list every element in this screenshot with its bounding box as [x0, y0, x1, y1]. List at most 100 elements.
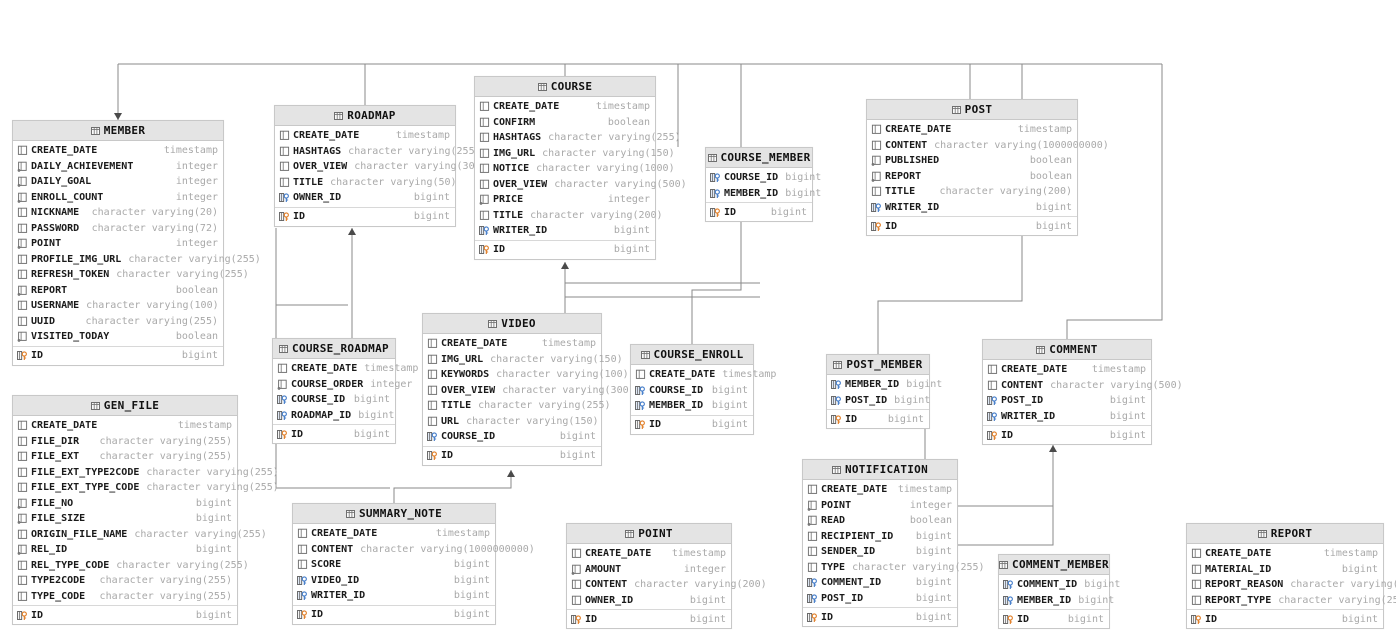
column-row[interactable]: SENDER_ID bigint: [803, 544, 957, 560]
table-header-post[interactable]: POST: [867, 100, 1077, 120]
column-row[interactable]: PROFILE_IMG_URL character varying(255): [13, 252, 261, 268]
column-row[interactable]: DAILY_ACHIEVEMENT integer: [13, 159, 223, 175]
column-row[interactable]: TITLE character varying(255): [423, 398, 611, 414]
column-row[interactable]: IMG_URL character varying(150): [475, 146, 675, 162]
entity-table-course_roadmap[interactable]: COURSE_ROADMAP CREATE_DATE timestamp COURSE…: [272, 338, 418, 444]
table-header-roadmap[interactable]: ROADMAP: [275, 106, 455, 126]
table-header-course_roadmap[interactable]: COURSE_ROADMAP: [273, 339, 395, 359]
er-diagram-canvas[interactable]: MEMBER CREATE_DATE timestamp DAILY_ACHIEVEM…: [0, 0, 1396, 638]
column-row[interactable]: CREATE_DATE timestamp: [803, 482, 957, 498]
entity-table-comment_member[interactable]: COMMENT_MEMBER COMMENT_ID bigint MEMBER_ID b…: [998, 554, 1120, 629]
column-row[interactable]: FILE_EXT_TYPE_CODE character varying(255): [13, 480, 279, 496]
column-row[interactable]: FILE_DIR character varying(255): [13, 434, 237, 450]
column-row[interactable]: WRITER_ID bigint: [867, 200, 1077, 216]
column-row[interactable]: CREATE_DATE timestamp: [867, 122, 1077, 138]
column-row[interactable]: FILE_SIZE bigint: [13, 511, 237, 527]
table-header-course[interactable]: COURSE: [475, 77, 655, 97]
column-row[interactable]: ID bigint: [423, 445, 601, 464]
column-row[interactable]: MATERIAL_ID bigint: [1187, 562, 1383, 578]
column-row[interactable]: COURSE_ID bigint: [631, 383, 753, 399]
column-row[interactable]: ORIGIN_FILE_NAME character varying(255): [13, 527, 267, 543]
table-header-course_member[interactable]: COURSE_MEMBER: [706, 148, 812, 168]
column-row[interactable]: ID bigint: [867, 216, 1077, 234]
column-row[interactable]: CONTENT character varying(1000000000): [293, 542, 535, 558]
column-row[interactable]: POINT integer: [803, 498, 957, 514]
column-row[interactable]: CREATE_DATE timestamp: [983, 362, 1151, 378]
column-row[interactable]: FILE_NO bigint: [13, 496, 237, 512]
column-row[interactable]: TYPE2CODE character varying(255): [13, 573, 237, 589]
table-header-point[interactable]: POINT: [567, 524, 731, 544]
column-row[interactable]: MEMBER_ID bigint: [631, 398, 753, 414]
entity-table-course_enroll[interactable]: COURSE_ENROLL CREATE_DATE timestamp COURSE_…: [630, 344, 776, 435]
column-row[interactable]: OVER_VIEW character varying(500): [475, 177, 687, 193]
column-row[interactable]: USERNAME character varying(100): [13, 298, 223, 314]
entity-table-member[interactable]: MEMBER CREATE_DATE timestamp DAILY_ACHIEVEM…: [12, 120, 261, 366]
column-row[interactable]: REPORT_TYPE character varying(255): [1187, 593, 1396, 609]
column-row[interactable]: ID bigint: [293, 604, 495, 623]
column-row[interactable]: FILE_EXT character varying(255): [13, 449, 237, 465]
column-row[interactable]: TYPE_CODE character varying(255): [13, 589, 237, 605]
column-row[interactable]: ENROLL_COUNT integer: [13, 190, 223, 206]
column-row[interactable]: OWNER_ID bigint: [567, 593, 731, 609]
column-row[interactable]: CREATE_DATE timestamp: [275, 128, 455, 144]
column-row[interactable]: REL_ID bigint: [13, 542, 237, 558]
column-row[interactable]: ID bigint: [827, 409, 929, 427]
entity-table-post[interactable]: POST CREATE_DATE timestamp CONTENT character…: [866, 99, 1109, 236]
entity-table-post_member[interactable]: POST_MEMBER MEMBER_ID bigint POST_ID bigint I…: [826, 354, 942, 429]
column-row[interactable]: CONTENT character varying(500): [983, 378, 1183, 394]
entity-table-video[interactable]: VIDEO CREATE_DATE timestamp IMG_URL characte…: [422, 313, 635, 466]
column-row[interactable]: ID bigint: [13, 605, 237, 623]
column-row[interactable]: AMOUNT integer: [567, 562, 731, 578]
column-row[interactable]: OVER_VIEW character varying(300): [275, 159, 487, 175]
entity-table-course[interactable]: COURSE CREATE_DATE timestamp CONFIRM boolean…: [474, 76, 687, 260]
column-row[interactable]: CREATE_DATE timestamp: [475, 99, 655, 115]
table-header-summary_note[interactable]: SUMMARY_NOTE: [293, 504, 495, 524]
column-row[interactable]: CREATE_DATE timestamp: [273, 361, 418, 377]
column-row[interactable]: ID bigint: [567, 609, 731, 627]
column-row[interactable]: PASSWORD character varying(72): [13, 221, 223, 237]
table-header-course_enroll[interactable]: COURSE_ENROLL: [631, 345, 753, 365]
entity-table-comment[interactable]: COMMENT CREATE_DATE timestamp CONTENT charac…: [982, 339, 1183, 445]
column-row[interactable]: TITLE character varying(200): [475, 208, 663, 224]
column-row[interactable]: ID bigint: [475, 239, 655, 258]
column-row[interactable]: URL character varying(150): [423, 414, 601, 430]
column-row[interactable]: ID bigint: [631, 414, 753, 433]
column-row[interactable]: REPORT boolean: [13, 283, 223, 299]
column-row[interactable]: COURSE_ID bigint: [273, 392, 395, 408]
column-row[interactable]: POST_ID bigint: [803, 591, 957, 607]
column-row[interactable]: COMMENT_ID bigint: [999, 577, 1120, 593]
column-row[interactable]: READ boolean: [803, 513, 957, 529]
column-row[interactable]: CREATE_DATE timestamp: [1187, 546, 1383, 562]
column-row[interactable]: DAILY_GOAL integer: [13, 174, 223, 190]
table-header-member[interactable]: MEMBER: [13, 121, 223, 141]
column-row[interactable]: WRITER_ID bigint: [475, 223, 655, 239]
column-row[interactable]: MEMBER_ID bigint: [706, 186, 821, 202]
column-row[interactable]: OVER_VIEW character varying(300): [423, 383, 635, 399]
column-row[interactable]: POST_ID bigint: [983, 393, 1151, 409]
column-row[interactable]: PRICE integer: [475, 192, 655, 208]
entity-table-summary_note[interactable]: SUMMARY_NOTE CREATE_DATE timestamp CONTENT c…: [292, 503, 535, 625]
column-row[interactable]: TITLE character varying(200): [867, 184, 1077, 200]
column-row[interactable]: ID bigint: [273, 424, 395, 442]
entity-table-point[interactable]: POINT CREATE_DATE timestamp AMOUNT integer CO…: [566, 523, 767, 629]
column-row[interactable]: ID bigint: [13, 345, 223, 364]
column-row[interactable]: MEMBER_ID bigint: [999, 593, 1114, 609]
column-row[interactable]: CREATE_DATE timestamp: [293, 526, 495, 542]
column-row[interactable]: NICKNAME character varying(20): [13, 205, 223, 221]
column-row[interactable]: REFRESH_TOKEN character varying(255): [13, 267, 249, 283]
column-row[interactable]: CREATE_DATE timestamp: [567, 546, 731, 562]
table-header-comment[interactable]: COMMENT: [983, 340, 1151, 360]
column-row[interactable]: WRITER_ID bigint: [293, 588, 495, 604]
column-row[interactable]: RECIPIENT_ID bigint: [803, 529, 957, 545]
column-row[interactable]: TITLE character varying(50): [275, 175, 457, 191]
table-header-gen_file[interactable]: GEN_FILE: [13, 396, 237, 416]
column-row[interactable]: NOTICE character varying(1000): [475, 161, 675, 177]
column-row[interactable]: HASHTAGS character varying(255): [275, 144, 481, 160]
column-row[interactable]: KEYWORDS character varying(100): [423, 367, 629, 383]
column-row[interactable]: COURSE_ID bigint: [706, 170, 821, 186]
column-row[interactable]: TYPE character varying(255): [803, 560, 985, 576]
column-row[interactable]: ID bigint: [1187, 609, 1383, 627]
column-row[interactable]: REPORT_REASON character varying(500): [1187, 577, 1396, 593]
column-row[interactable]: WRITER_ID bigint: [983, 409, 1151, 425]
column-row[interactable]: VISITED_TODAY boolean: [13, 329, 223, 345]
